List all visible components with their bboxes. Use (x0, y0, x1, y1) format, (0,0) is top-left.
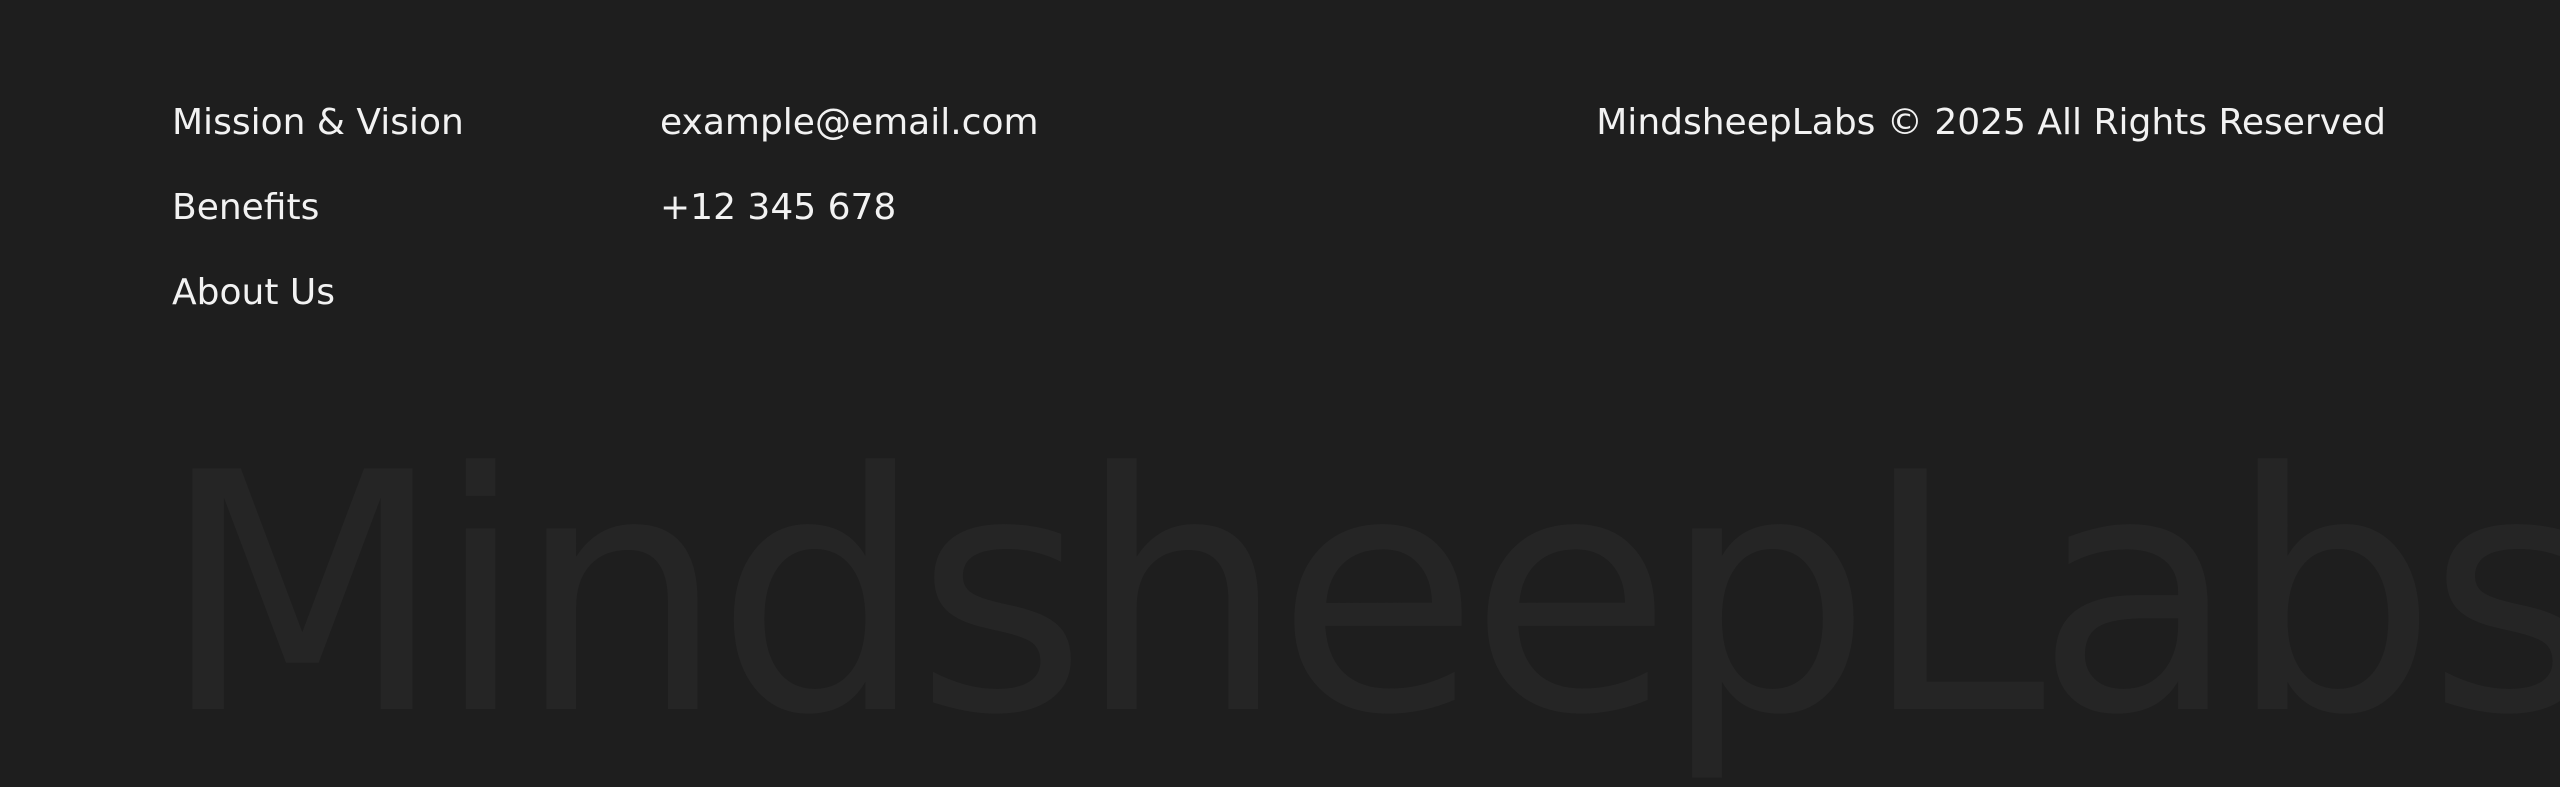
footer-link-mission-vision[interactable]: Mission & Vision (172, 105, 464, 141)
contact-phone-link[interactable]: +12 345 678 (660, 190, 1039, 226)
brand-watermark: MindsheepLabs (160, 403, 2560, 787)
copyright-text: MindsheepLabs © 2025 All Rights Reserved (1596, 102, 2386, 143)
contact-email-link[interactable]: example@email.com (660, 105, 1039, 141)
footer-nav: Mission & Vision Benefits About Us (172, 105, 464, 311)
footer-contact: example@email.com +12 345 678 (660, 105, 1039, 226)
site-footer: Mission & Vision Benefits About Us examp… (0, 0, 2560, 776)
footer-link-benefits[interactable]: Benefits (172, 190, 464, 226)
footer-link-about-us[interactable]: About Us (172, 275, 464, 311)
